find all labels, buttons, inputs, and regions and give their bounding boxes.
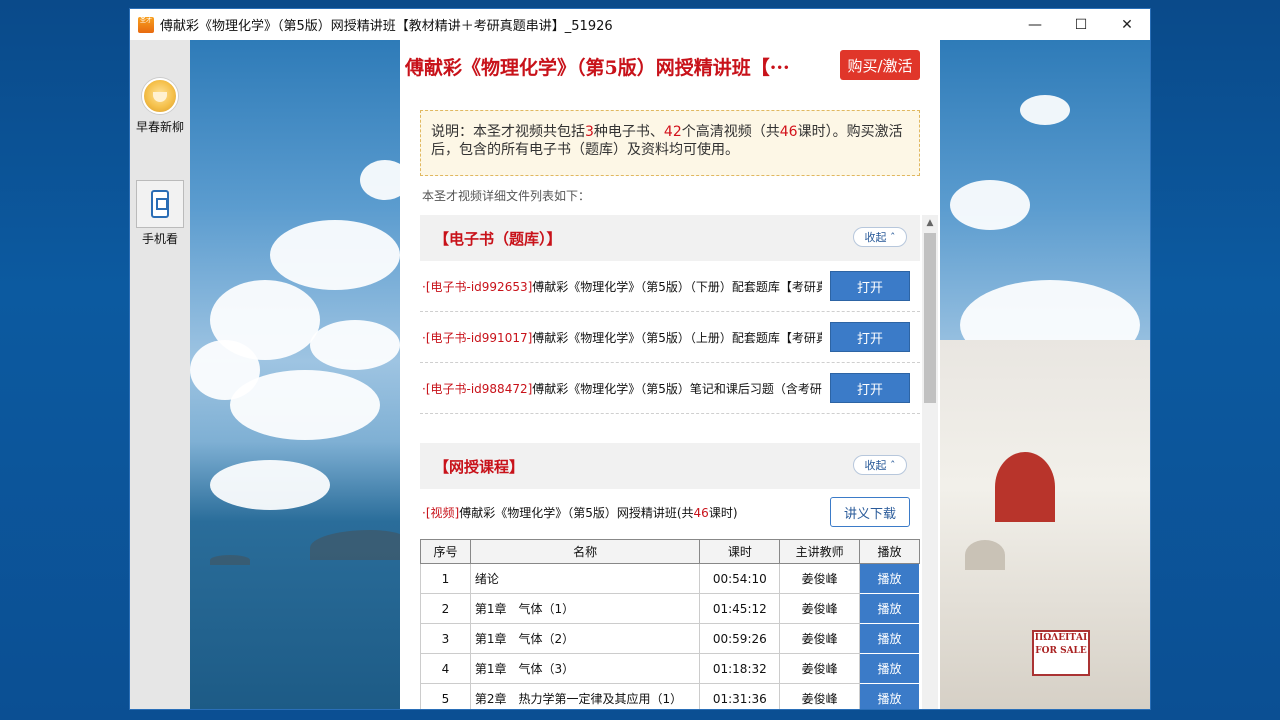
play-button[interactable]: 播放	[859, 593, 920, 624]
ebook-collapse-button[interactable]: 收起 ˆ	[853, 227, 907, 247]
phone-watch-label[interactable]: 手机看	[130, 230, 190, 247]
play-button[interactable]: 播放	[859, 563, 920, 594]
minimize-button[interactable]: —	[1012, 9, 1058, 40]
scroll-up-arrow-icon[interactable]: ▲	[924, 217, 936, 229]
col-header-no: 序号	[420, 539, 471, 564]
content-panel: 傅献彩《物理化学》（第5版）网授精讲班【··· 购买/激活 说明：本圣才视频共包…	[400, 40, 940, 709]
chevron-up-icon: ˆ	[886, 458, 896, 472]
open-ebook-button[interactable]: 打开	[830, 322, 910, 352]
phone-qrcode-icon	[151, 190, 169, 218]
vertical-scrollbar[interactable]: ▲	[922, 215, 938, 709]
maximize-button[interactable]: ☐	[1058, 9, 1104, 40]
phone-watch-button[interactable]	[136, 180, 184, 228]
left-sidebar: 早春新柳 手机看	[130, 40, 190, 709]
ebook-row: ·[电子书-id988472]傅献彩《物理化学》（第5版）笔记和课后习题（含考研…	[420, 363, 920, 414]
window-title: 傅献彩《物理化学》（第5版）网授精讲班【教材精讲＋考研真题串讲】_51926	[160, 19, 613, 34]
app-window: 圣才 傅献彩《物理化学》（第5版）网授精讲班【教材精讲＋考研真题串讲】_5192…	[130, 9, 1150, 709]
buy-activate-button[interactable]: 购买/激活	[840, 50, 920, 80]
scrollbar-thumb[interactable]	[924, 233, 936, 403]
for-sale-sign: ΠΩΛΕΙΤΑΙ FOR SALE	[1032, 630, 1090, 676]
table-row: 2 第1章 气体（1） 01:45:12 姜俊峰 播放	[420, 593, 920, 624]
notice-box: 说明：本圣才视频共包括3种电子书、42个高清视频（共46课时）。购买激活后，包含…	[420, 110, 920, 176]
col-header-play: 播放	[859, 539, 920, 564]
col-header-teacher: 主讲教师	[779, 539, 861, 564]
open-ebook-button[interactable]: 打开	[830, 373, 910, 403]
course-section-title: 【网授课程】	[434, 458, 525, 476]
ebook-section-title: 【电子书（题库）】	[434, 230, 562, 248]
video-row: ·[视频]傅献彩《物理化学》（第5版）网授精讲班(共46课时) 讲义下载	[420, 489, 920, 537]
table-row: 1 绪论 00:54:10 姜俊峰 播放	[420, 563, 920, 594]
title-bar[interactable]: 圣才 傅献彩《物理化学》（第5版）网授精讲班【教材精讲＋考研真题串讲】_5192…	[130, 9, 1150, 40]
table-row: 3 第1章 气体（2） 00:59:26 姜俊峰 播放	[420, 623, 920, 654]
course-section-header: 【网授课程】 收起 ˆ	[420, 443, 920, 489]
chevron-up-icon: ˆ	[886, 230, 896, 244]
avatar[interactable]	[142, 78, 178, 114]
username-label[interactable]: 早春新柳	[130, 118, 190, 135]
table-row: 4 第1章 气体（3） 01:18:32 姜俊峰 播放	[420, 653, 920, 684]
play-button[interactable]: 播放	[859, 653, 920, 684]
app-logo-icon: 圣才	[138, 16, 154, 33]
col-header-time: 课时	[699, 539, 781, 564]
download-handout-button[interactable]: 讲义下载	[830, 497, 910, 527]
file-list-caption: 本圣才视频详细文件列表如下：	[422, 189, 591, 203]
open-ebook-button[interactable]: 打开	[830, 271, 910, 301]
file-list-scroll[interactable]: 【电子书（题库）】 收起 ˆ ·[电子书-id992653]傅献彩《物理化学》（…	[420, 215, 920, 709]
course-collapse-button[interactable]: 收起 ˆ	[853, 455, 907, 475]
lesson-table: 序号 名称 课时 主讲教师 播放 1 绪论 00:54:10 姜俊峰 播放 2 …	[420, 539, 920, 709]
play-button[interactable]: 播放	[859, 683, 920, 709]
close-button[interactable]: ✕	[1104, 9, 1150, 40]
course-title: 傅献彩《物理化学》（第5版）网授精讲班【···	[405, 57, 790, 79]
table-row: 5 第2章 热力学第一定律及其应用（1） 01:31:36 姜俊峰 播放	[420, 683, 920, 709]
col-header-name: 名称	[469, 539, 701, 564]
play-button[interactable]: 播放	[859, 623, 920, 654]
panel-header: 傅献彩《物理化学》（第5版）网授精讲班【··· 购买/激活	[400, 40, 940, 90]
ebook-row: ·[电子书-id992653]傅献彩《物理化学》（第5版）（下册）配套题库【考研…	[420, 261, 920, 312]
ebook-section-header: 【电子书（题库）】 收起 ˆ	[420, 215, 920, 261]
ebook-row: ·[电子书-id991017]傅献彩《物理化学》（第5版）（上册）配套题库【考研…	[420, 312, 920, 363]
